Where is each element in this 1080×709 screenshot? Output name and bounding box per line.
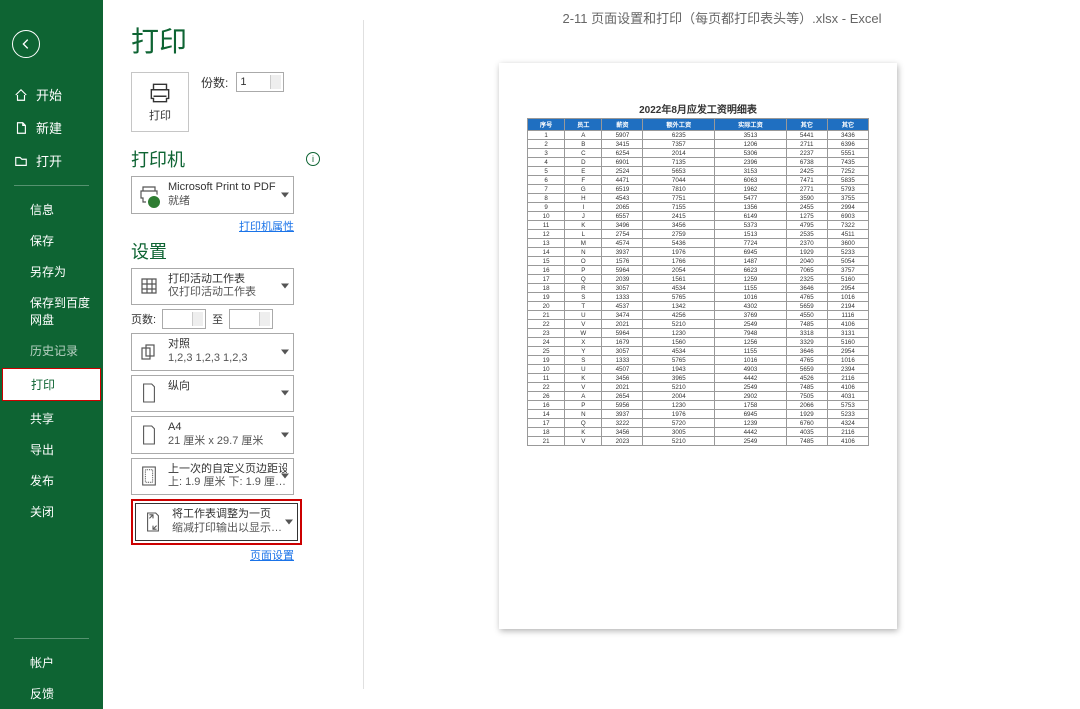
collate-icon [138, 339, 160, 365]
printer-icon [147, 82, 173, 104]
portrait-icon [138, 380, 160, 406]
copies-spinner[interactable]: 1 [236, 72, 284, 92]
nav-history[interactable]: 历史记录 [0, 335, 103, 366]
printer-icon-small [138, 182, 160, 208]
print-preview-page: 2022年8月应发工资明细表 序号员工薪资额外工资实际工资其它其它 1A5907… [499, 63, 897, 629]
nav-print[interactable]: 打印 [2, 368, 101, 401]
paper-size-dropdown[interactable]: A4 21 厘米 x 29.7 厘米 [131, 416, 294, 454]
nav-feedback[interactable]: 反馈 [0, 678, 103, 709]
print-button[interactable]: 打印 [131, 72, 189, 132]
preview-panel: 2-11 页面设置和打印（每页都打印表头等）.xlsx - Excel 2022… [364, 0, 1080, 709]
printer-properties-link[interactable]: 打印机属性 [239, 221, 294, 233]
print-what-dropdown[interactable]: 打印活动工作表 仅打印活动工作表 [131, 268, 294, 306]
backstage-sidebar: 开始 新建 打开 信息 保存 另存为 保存到百度网盘 历史记录 打印 共享 导出… [0, 0, 103, 709]
info-icon[interactable]: i [306, 152, 320, 166]
pages-label: 页数: [131, 311, 156, 327]
page-icon [138, 422, 160, 448]
pages-to-spinner[interactable] [229, 309, 273, 329]
nav-account[interactable]: 帐户 [0, 647, 103, 678]
margins-dropdown[interactable]: 上一次的自定义页边距设置 上: 1.9 厘米 下: 1.9 厘米… [131, 458, 294, 496]
window-title: 2-11 页面设置和打印（每页都打印表头等）.xlsx - Excel [364, 8, 1080, 27]
preview-table: 序号员工薪资额外工资实际工资其它其它 1A5907623535135441343… [527, 118, 869, 446]
back-button[interactable] [12, 30, 40, 58]
copies-label: 份数: [201, 74, 228, 91]
nav-saveas[interactable]: 另存为 [0, 256, 103, 287]
printer-section-title: 打印机 i [131, 146, 323, 172]
nav-home[interactable]: 开始 [0, 78, 103, 111]
scaling-dropdown[interactable]: 将工作表调整为一页 缩减打印输出以显示在一… [135, 503, 298, 541]
nav-open[interactable]: 打开 [0, 144, 103, 177]
printer-dropdown[interactable]: Microsoft Print to PDF 就绪 [131, 176, 294, 214]
pages-from-spinner[interactable] [162, 309, 206, 329]
grid-icon [138, 273, 160, 299]
nav-save[interactable]: 保存 [0, 225, 103, 256]
nav-close[interactable]: 关闭 [0, 496, 103, 527]
nav-new[interactable]: 新建 [0, 111, 103, 144]
nav-export[interactable]: 导出 [0, 434, 103, 465]
margins-icon [138, 463, 160, 489]
nav-publish[interactable]: 发布 [0, 465, 103, 496]
scaling-highlight: 将工作表调整为一页 缩减打印输出以显示在一… [131, 499, 302, 545]
settings-section-title: 设置 [131, 238, 323, 264]
pages-to-label: 至 [212, 311, 223, 327]
orientation-dropdown[interactable]: 纵向 [131, 375, 294, 413]
fit-page-icon [142, 509, 164, 535]
page-setup-link[interactable]: 页面设置 [250, 550, 294, 562]
nav-share[interactable]: 共享 [0, 403, 103, 434]
nav-info[interactable]: 信息 [0, 194, 103, 225]
nav-save-baidu[interactable]: 保存到百度网盘 [0, 287, 103, 335]
print-settings-panel: 打印 打印 份数: 1 打印机 i Micr [103, 0, 333, 709]
collate-dropdown[interactable]: 对照 1,2,3 1,2,3 1,2,3 [131, 333, 294, 371]
page-title: 打印 [131, 20, 323, 60]
sheet-title: 2022年8月应发工资明细表 [527, 101, 869, 116]
